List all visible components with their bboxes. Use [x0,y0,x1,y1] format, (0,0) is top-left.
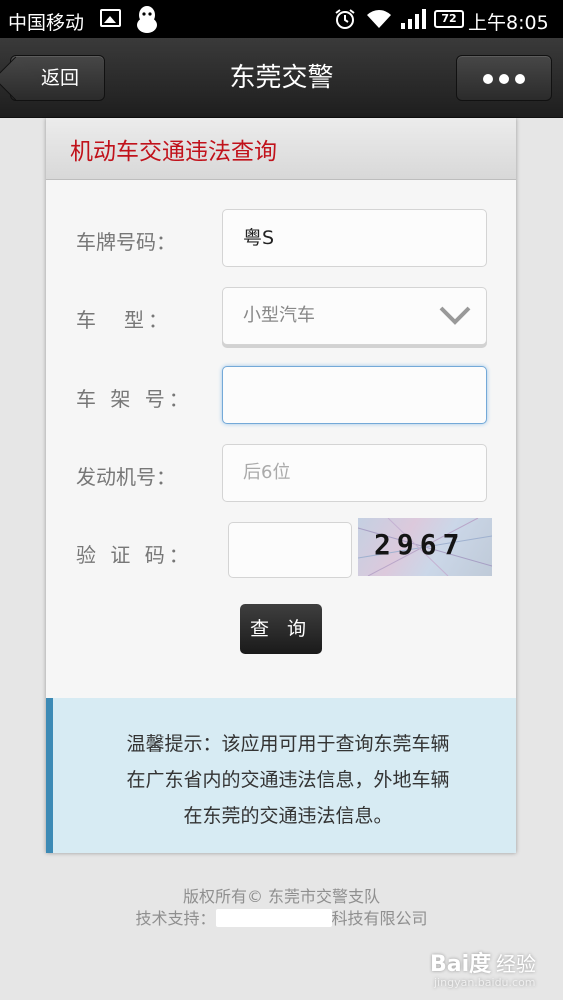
footer: 版权所有© 东莞市交警支队 技术支持： 科技有限公司 [0,886,563,930]
alarm-clock-icon [335,9,355,29]
tip-text: 温馨提示：该应用可用于查询东莞车辆 在广东省内的交通违法信息，外地车辆 在东莞的… [63,726,513,834]
plate-number-input[interactable]: 粤S [222,209,487,267]
battery-indicator: 72 [434,10,464,28]
status-time: 上午8:05 [468,12,549,34]
chevron-down-icon [439,306,471,325]
image-notification-icon [100,9,121,27]
back-button-label: 返回 [41,67,80,89]
captcha-label: 验 证 码： [76,543,193,567]
back-button[interactable]: 返回 [10,55,105,101]
wifi-icon [367,10,391,28]
watermark-brand: Bai度 [430,952,492,977]
baidu-jingyan-watermark: Bai度 经验 jingyan.baidu.com [430,936,555,996]
watermark-url: jingyan.baidu.com [434,976,536,989]
frame-number-input[interactable] [222,366,487,424]
tip-line-3: 在东莞的交通违法信息。 [183,805,393,827]
signal-strength-icon [401,9,426,29]
redacted-company-name [215,909,332,927]
tip-line-2: 在广东省内的交通违法信息，外地车辆 [126,769,450,791]
more-options-button[interactable] [456,55,552,101]
watermark-sub: 经验 [496,952,536,976]
query-form-card: 机动车交通违法查询 车牌号码： 粤S 车 型： 小型汽车 车 架 号： 发动机号… [46,118,516,853]
tech-support-suffix: 科技有限公司 [331,909,428,928]
more-dots-icon-2 [499,74,509,84]
tip-line-1: 温馨提示：该应用可用于查询东莞车辆 [126,733,450,755]
vehicle-type-select[interactable]: 小型汽车 [222,287,487,345]
captcha-image[interactable]: 2967 [358,518,492,576]
qq-penguin-icon [137,6,157,33]
form-title: 机动车交通违法查询 [70,139,277,165]
card-header: 机动车交通违法查询 [46,118,516,180]
carrier-name: 中国移动 [8,12,85,34]
frame-number-label: 车 架 号： [76,387,193,411]
status-bar: 中国移动 72 上午8:05 [0,0,563,38]
captcha-code-text: 2967 [374,528,466,561]
tech-support-line: 技术支持： 科技有限公司 [0,908,563,930]
vehicle-type-label: 车 型： [76,308,172,332]
captcha-input[interactable] [228,522,352,578]
tip-box: 温馨提示：该应用可用于查询东莞车辆 在广东省内的交通违法信息，外地车辆 在东莞的… [46,698,516,853]
navigation-bar: 东莞交警 返回 [0,38,563,118]
tech-support-prefix: 技术支持： [135,909,216,928]
copyright-text: 版权所有© 东莞市交警支队 [182,887,381,906]
query-button[interactable]: 查 询 [240,604,322,654]
engine-number-input[interactable]: 后6位 [222,444,487,502]
more-dots-icon [483,74,493,84]
plate-label: 车牌号码： [76,230,176,254]
engine-number-label: 发动机号： [76,465,176,489]
vehicle-type-value: 小型汽车 [243,305,315,326]
more-dots-icon-3 [515,74,525,84]
